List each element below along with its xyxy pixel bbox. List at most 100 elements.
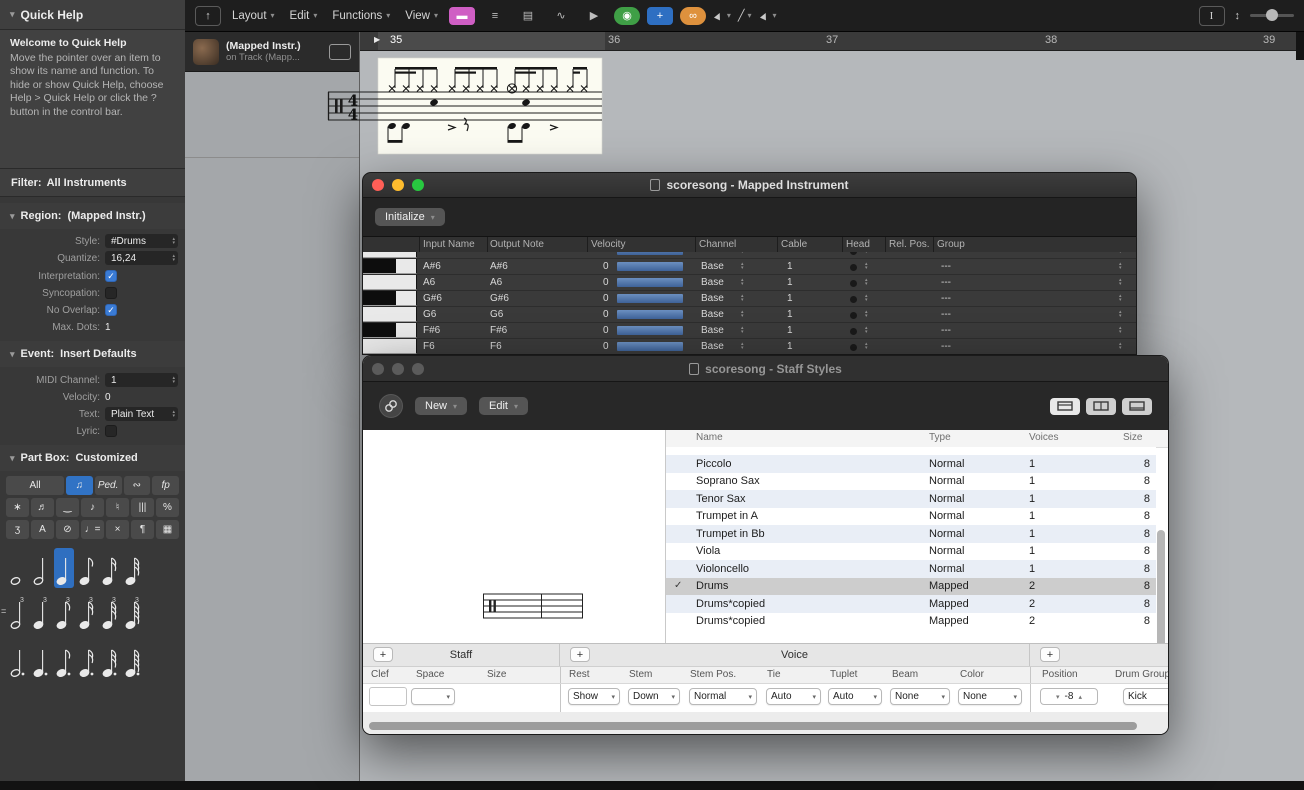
mapped-row[interactable]: ▴▾▴▾▴▾ [363, 252, 1136, 259]
white-piano-key[interactable] [363, 339, 417, 354]
mapped-instrument-window[interactable]: scoresong - Mapped Instrument Initialize… [362, 172, 1137, 355]
edit-menu-button[interactable]: Edit ▾ [479, 397, 528, 415]
staff-style-row[interactable]: Drums*copiedMapped28 [666, 595, 1156, 613]
stempos-dropdown[interactable]: Normal▾ [689, 688, 757, 705]
head-stepper[interactable]: ▴▾ [865, 342, 868, 350]
quick-help-header[interactable]: ▾ Quick Help [0, 0, 185, 30]
rest-icon[interactable]: ʒ [6, 520, 29, 539]
half-note-button[interactable] [31, 548, 51, 588]
mapped-row[interactable]: G6G60Base▴▾1▴▾---▴▾ [363, 307, 1136, 323]
staff-preview-pane[interactable] [363, 430, 666, 644]
quarter-note-button[interactable] [54, 548, 74, 588]
region-checkbox[interactable]: ✓ [105, 270, 117, 282]
group-stepper[interactable]: ▴▾ [1119, 342, 1122, 350]
group-stepper[interactable]: ▴▾ [1119, 326, 1122, 334]
mapped-row[interactable]: G#6G#60Base▴▾1▴▾---▴▾ [363, 291, 1136, 307]
staff-style-row[interactable]: Soprano SaxNormal18 [666, 473, 1156, 491]
color-dropdown[interactable]: None▾ [958, 688, 1022, 705]
velocity-bar[interactable] [617, 262, 683, 271]
close-button[interactable] [372, 179, 384, 191]
dotted-thirty-second-note-button[interactable] [100, 640, 120, 680]
marker-tool-button[interactable]: ▬ [449, 7, 475, 25]
mapped-row[interactable]: A#6A#60Base▴▾1▴▾---▴▾ [363, 259, 1136, 275]
velocity-curve-button[interactable]: ∿ [548, 7, 574, 25]
single-view-button[interactable] [1050, 398, 1080, 415]
velocity-bar[interactable] [617, 342, 683, 351]
mapped-row[interactable]: A6A60Base▴▾1▴▾---▴▾ [363, 275, 1136, 291]
event-checkbox[interactable] [105, 425, 117, 437]
region-select[interactable]: 16,24▴▾ [105, 251, 178, 265]
staff-style-row[interactable]: Drums*copiedMapped28 [666, 613, 1156, 631]
event-select[interactable]: 1▴▾ [105, 373, 178, 387]
velocity-bar[interactable] [617, 252, 683, 255]
mapped-window-titlebar[interactable]: scoresong - Mapped Instrument [363, 173, 1136, 198]
menu-view[interactable]: View▾ [401, 8, 442, 24]
staff-style-row[interactable]: ✓DrumsMapped28 [666, 578, 1156, 596]
list-view-button[interactable]: ≡ [482, 7, 508, 25]
region-select[interactable]: #Drums▴▾ [105, 234, 178, 248]
eighth-note-button[interactable] [77, 548, 97, 588]
drum-group-dropdown[interactable]: Kick ▾ [1123, 688, 1169, 705]
black-piano-key[interactable] [363, 291, 417, 306]
position-stepper[interactable]: ▾ -8 ▴ [1040, 688, 1098, 705]
zoom-button[interactable] [412, 363, 424, 375]
triplet-thirty-second-note-button[interactable]: 3 [100, 592, 120, 632]
page-view-button[interactable]: ↑ [195, 6, 221, 26]
region-checkbox[interactable]: ✓ [105, 304, 117, 316]
clef-cell[interactable] [369, 687, 407, 706]
group-stepper[interactable]: ▴▾ [1119, 310, 1122, 318]
triplet-sixteenth-note-button[interactable]: 3 [77, 592, 97, 632]
text-icon[interactable]: A [31, 520, 54, 539]
black-piano-key[interactable] [363, 323, 417, 338]
staff-window-titlebar[interactable]: scoresong - Staff Styles [363, 356, 1168, 382]
black-piano-key[interactable] [363, 259, 417, 274]
channel-stepper[interactable]: ▴▾ [741, 310, 744, 318]
event-select[interactable]: Plain Text▴▾ [105, 407, 178, 421]
filter-row[interactable]: Filter: All Instruments [0, 169, 185, 197]
channel-stepper[interactable]: ▴▾ [741, 252, 744, 254]
group-stepper[interactable]: ▴▾ [1119, 278, 1122, 286]
rest-dropdown[interactable]: Show▾ [568, 688, 620, 705]
staff-styles-window[interactable]: scoresong - Staff Styles New ▾ Edit [362, 355, 1169, 735]
close-button[interactable] [372, 363, 384, 375]
group-stepper[interactable]: ▴▾ [1119, 262, 1122, 270]
zoom-button[interactable] [412, 179, 424, 191]
tempo-icon[interactable]: ♩= [81, 520, 104, 539]
dotted-eighth-note-button[interactable] [54, 640, 74, 680]
link-mode-button[interactable]: ∞ [680, 7, 706, 25]
white-piano-key[interactable] [363, 252, 417, 258]
white-piano-key[interactable] [363, 275, 417, 290]
add-staff-button[interactable]: + [373, 647, 393, 662]
pointer-alt-tool-button[interactable]: ► ▾ [759, 10, 777, 22]
drum-grid-icon[interactable]: ▦ [156, 520, 179, 539]
midi-in-button[interactable]: ◉ [614, 7, 640, 25]
pointer-tool-button[interactable]: ► ▾ [713, 10, 731, 22]
group-stepper[interactable]: ▴▾ [1119, 294, 1122, 302]
staff-style-row[interactable]: Trumpet in BbNormal18 [666, 525, 1156, 543]
menu-layout[interactable]: Layout▾ [228, 8, 279, 24]
velocity-bar[interactable] [617, 326, 683, 335]
region-section-header[interactable]: ▾ Region: (Mapped Instr.) [0, 203, 185, 229]
pilcrow-icon[interactable]: ¶ [131, 520, 154, 539]
channel-stepper[interactable]: ▴▾ [741, 326, 744, 334]
beamed-notes-icon[interactable]: ♫ [66, 476, 93, 495]
event-section-header[interactable]: ▾ Event: Insert Defaults [0, 341, 185, 367]
tie-dropdown[interactable]: Auto▾ [766, 688, 821, 705]
horizontal-scrollbar[interactable] [369, 722, 1137, 730]
zoom-slider-knob[interactable] [1266, 9, 1278, 21]
cluster-icon[interactable]: ∗ [6, 498, 29, 517]
cross-icon[interactable]: × [106, 520, 129, 539]
text-tool-button[interactable]: I [1199, 6, 1225, 26]
staff-style-row[interactable]: ViolaNormal18 [666, 543, 1156, 561]
white-piano-key[interactable] [363, 307, 417, 322]
partbox-tab-all[interactable]: All [6, 476, 64, 495]
head-stepper[interactable]: ▴▾ [865, 326, 868, 334]
menu-edit[interactable]: Edit▾ [286, 8, 322, 24]
menu-functions[interactable]: Functions▾ [328, 8, 394, 24]
pencil-tool-button[interactable]: ╱ ▾ [738, 9, 752, 22]
triplet-half-note-button[interactable]: 3 [8, 592, 28, 632]
velocity-bar[interactable] [617, 294, 683, 303]
vertical-zoom-control[interactable]: ↕ [1235, 10, 1241, 22]
thirty-second-note-button[interactable] [123, 548, 143, 588]
dotted-quarter-note-button[interactable] [31, 640, 51, 680]
